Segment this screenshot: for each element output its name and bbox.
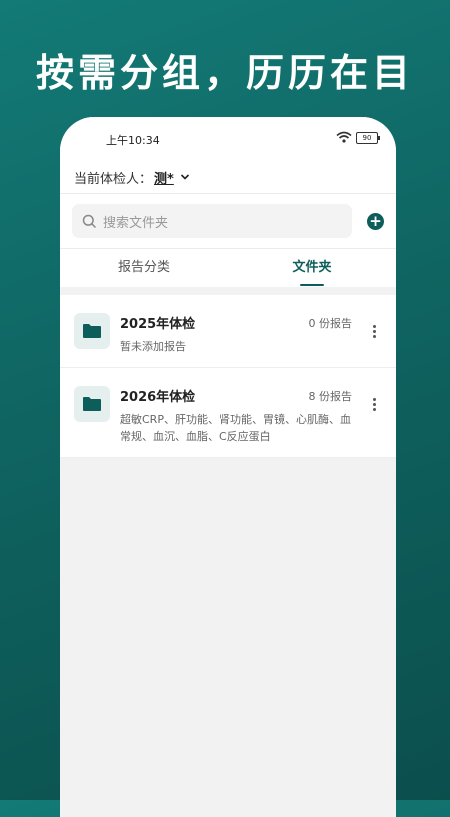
folder-list: 2025年体检 暂未添加报告 0 份报告 2026年体检 超敏CRP、肝功能、肾…	[60, 295, 396, 458]
search-row: 搜索文件夹 +	[60, 194, 396, 248]
header-area: 上午10:34 90 当前体检人： 测* 搜索文件夹 + 报告分类 文件夹	[60, 117, 396, 287]
chevron-down-icon	[180, 174, 189, 180]
person-label: 当前体检人：	[74, 171, 153, 187]
search-placeholder: 搜索文件夹	[103, 215, 169, 231]
person-name: 测*	[154, 171, 174, 187]
status-time: 上午10:34	[106, 134, 160, 147]
list-item[interactable]: 2026年体检 超敏CRP、肝功能、肾功能、胃镜、心肌酶、血常规、血沉、血脂、C…	[60, 368, 396, 458]
current-person-selector[interactable]: 当前体检人： 测*	[60, 161, 396, 193]
battery-icon: 90	[356, 132, 380, 144]
more-options-icon[interactable]	[373, 325, 377, 340]
folder-description: 超敏CRP、肝功能、肾功能、胃镜、心肌酶、血常规、血沉、血脂、C反应蛋白	[120, 413, 351, 443]
search-input[interactable]: 搜索文件夹	[72, 204, 352, 238]
tab-bar: 报告分类 文件夹	[60, 248, 396, 287]
status-bar: 上午10:34 90	[60, 117, 396, 161]
folder-icon	[74, 386, 110, 422]
tab-report-category[interactable]: 报告分类	[60, 249, 228, 287]
wifi-icon	[336, 131, 352, 143]
add-folder-button[interactable]: +	[367, 211, 384, 230]
list-item[interactable]: 2025年体检 暂未添加报告 0 份报告	[60, 295, 396, 368]
folder-description: 暂未添加报告	[120, 340, 186, 353]
report-count: 0 份报告	[308, 317, 353, 330]
report-count: 8 份报告	[308, 390, 353, 403]
more-options-icon[interactable]	[373, 398, 377, 413]
folder-icon	[74, 313, 110, 349]
promo-headline: 按需分组，历历在目	[35, 51, 414, 95]
search-icon	[82, 214, 97, 228]
plus-icon: +	[369, 211, 382, 230]
phone-screen: 上午10:34 90 当前体检人： 测* 搜索文件夹 + 报告分类 文件夹 20…	[60, 117, 396, 817]
tab-folder[interactable]: 文件夹	[228, 249, 396, 287]
